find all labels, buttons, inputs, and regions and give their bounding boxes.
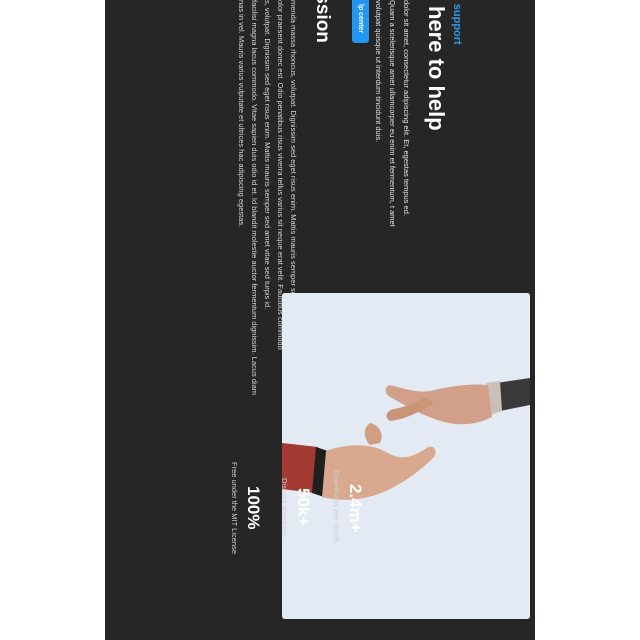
rotated-content: g support here to help dolor sit amet, c… xyxy=(105,0,535,640)
help-center-button[interactable]: lp center xyxy=(352,0,369,44)
support-eyebrow: g support xyxy=(451,0,463,45)
mission-paragraph: facilisi magna lacus commodo. Vitae sapi… xyxy=(250,0,259,396)
mission-paragraph: s, volutpat. Dignissim sed eget risus en… xyxy=(263,0,272,310)
mission-title: ission xyxy=(312,0,333,43)
support-heading: here to help xyxy=(424,6,449,131)
support-intro: dolor sit amet, consectetur adipiscing e… xyxy=(374,0,411,227)
stat-discord-value: 50k+ xyxy=(294,488,313,527)
hands-photo xyxy=(282,293,530,619)
stat-license-value: 100% xyxy=(244,486,263,530)
stat-downloads-label: Downloads per month xyxy=(332,470,341,543)
stat-license-label: Free under the MIT License xyxy=(230,462,239,554)
stat-downloads-value: 2.4m+ xyxy=(346,484,365,533)
stat-discord-label: Discord members xyxy=(280,478,289,537)
mission-paragraph: nas in vel. Mauris varius vulputate et u… xyxy=(237,0,246,228)
hands-illustration xyxy=(282,293,530,619)
dark-section: g support here to help dolor sit amet, c… xyxy=(105,0,535,640)
